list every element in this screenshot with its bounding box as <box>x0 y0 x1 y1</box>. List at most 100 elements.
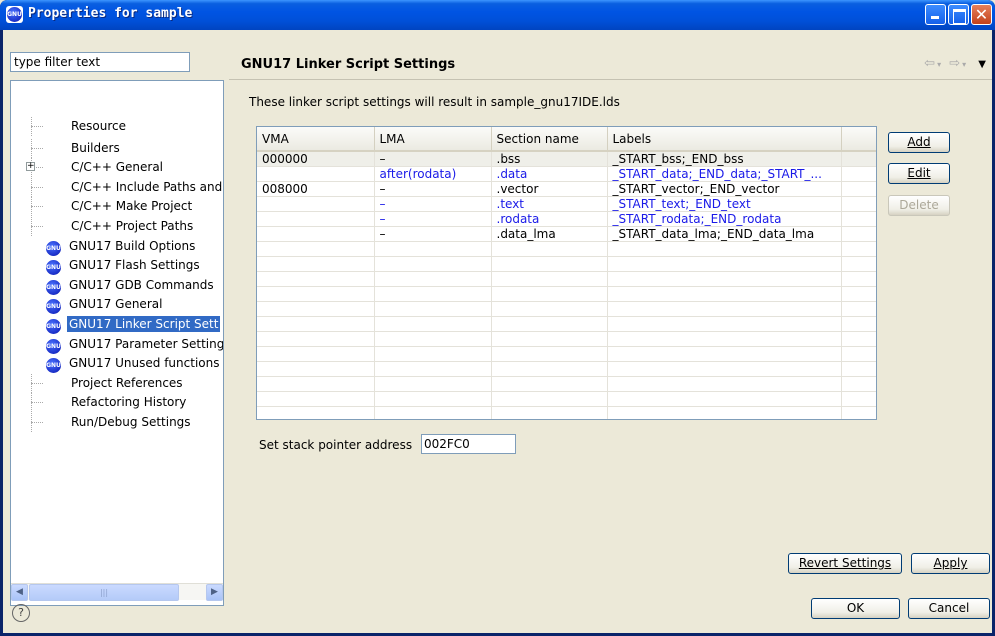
cell-filler <box>841 196 876 212</box>
tree-item-label: C/C++ Make Project <box>71 199 193 214</box>
table-row-empty <box>257 316 876 332</box>
close-button[interactable]: ✕ <box>971 4 992 25</box>
tree-item[interactable]: GNU GNU17 Parameter Setting <box>11 335 224 354</box>
cell-vma <box>257 196 375 212</box>
scroll-thumb[interactable]: ||| <box>29 584 179 601</box>
cell-lma: – <box>374 181 492 197</box>
tree-item[interactable]: C/C++ Make Project <box>11 197 223 217</box>
dialog-client: type filter text Resource Builders + C/C++ … <box>3 30 992 633</box>
tree-item[interactable]: GNU GNU17 Flash Settings <box>11 256 223 276</box>
cell-labels: _START_vector;_END_vector <box>607 181 842 197</box>
tree-item-label: C/C++ Include Paths and <box>71 179 223 194</box>
linker-sections-table: VMA LMA Section name Labels 000000– .bss _… <box>256 126 877 420</box>
tree-item[interactable]: GNU GNU17 Unused functions <box>11 354 223 374</box>
properties-window: GNU Properties for sample ✕ type filter … <box>0 0 995 636</box>
tree-item-label: GNU17 Flash Settings <box>69 258 200 273</box>
cell-section: .text <box>491 196 608 212</box>
tree-item[interactable]: GNU GNU17 GDB Commands <box>11 276 223 295</box>
tree-item-label: GNU17 Unused functions <box>69 356 220 371</box>
tree-horizontal-scrollbar[interactable]: ◀ ||| ▶ <box>11 583 223 601</box>
tree-item[interactable]: Run/Debug Settings <box>11 413 223 432</box>
cancel-button[interactable]: Cancel <box>908 598 990 619</box>
stack-pointer-input[interactable]: 002FC0 <box>421 434 516 454</box>
tree-item[interactable]: GNU GNU17 Linker Script Sett <box>11 315 223 334</box>
delete-button[interactable]: Delete <box>888 195 950 216</box>
table-row[interactable]: – .rodata _START_rodata;_END_rodata <box>257 211 876 227</box>
tree-item-label: Resource <box>71 119 127 133</box>
cell-labels: _START_text;_END_text <box>607 196 842 212</box>
table-row-empty <box>257 271 876 287</box>
cell-vma <box>257 211 375 227</box>
table-row-empty <box>257 331 876 347</box>
table-row-empty <box>257 346 876 362</box>
tree-item[interactable]: GNU GNU17 Build Options <box>11 237 223 256</box>
cell-section: .vector <box>491 181 608 197</box>
cell-lma: after(rodata) <box>374 166 492 182</box>
cell-filler <box>841 181 876 197</box>
tree-item-label: Refactoring History <box>71 395 187 410</box>
column-header-section[interactable]: Section name <box>491 127 608 152</box>
add-button[interactable]: Add <box>888 132 950 153</box>
cell-filler <box>841 226 876 242</box>
tree-item[interactable]: + C/C++ General <box>11 158 223 178</box>
cell-section: .bss <box>491 151 608 167</box>
close-icon: ✕ <box>974 5 989 24</box>
view-menu-icon[interactable]: ▼ <box>978 59 988 70</box>
gnu-icon: GNU <box>46 356 61 374</box>
cell-filler <box>841 211 876 227</box>
tree-item[interactable]: Refactoring History <box>11 393 223 413</box>
navigation-arrows: ⇦▾ ⇨▾ ▼ <box>924 56 988 71</box>
cell-labels: _START_rodata;_END_rodata <box>607 211 842 227</box>
tree-item[interactable]: GNU GNU17 General <box>11 295 223 315</box>
tree-item-label: GNU17 GDB Commands <box>69 277 214 292</box>
tree-item-label: GNU17 Build Options <box>69 238 196 253</box>
table-row[interactable]: – .data_lma _START_data_lma;_END_data_lma <box>257 226 876 242</box>
back-arrow-icon[interactable]: ⇦ <box>924 56 937 71</box>
expand-icon[interactable]: + <box>26 162 35 172</box>
ok-button[interactable]: OK <box>811 598 900 619</box>
table-row[interactable]: – .text _START_text;_END_text <box>257 196 876 212</box>
tree-item[interactable]: C/C++ Include Paths and <box>11 177 223 197</box>
back-dropdown-icon[interactable]: ▾ <box>937 60 943 69</box>
edit-button[interactable]: Edit <box>888 163 950 184</box>
cell-section: .data <box>491 166 608 182</box>
column-header-vma[interactable]: VMA <box>257 127 375 152</box>
cell-section: .rodata <box>491 211 608 227</box>
description-text: These linker script settings will result… <box>249 95 620 109</box>
scroll-right-icon[interactable]: ▶ <box>206 584 223 601</box>
table-row-empty <box>257 406 876 419</box>
column-header-lma[interactable]: LMA <box>374 127 492 152</box>
gnu-icon: GNU <box>46 278 61 295</box>
window-title: Properties for sample <box>28 6 193 21</box>
scroll-left-icon[interactable]: ◀ <box>11 584 28 601</box>
apply-button[interactable]: Apply <box>911 553 990 574</box>
forward-dropdown-icon[interactable]: ▾ <box>962 60 968 69</box>
column-header-filler <box>841 127 876 152</box>
revert-settings-button[interactable]: Revert Settings <box>788 553 902 574</box>
tree-item[interactable]: Resource <box>11 117 223 136</box>
forward-arrow-icon[interactable]: ⇨ <box>949 56 962 71</box>
filter-input[interactable]: type filter text <box>10 52 190 72</box>
cell-labels: _START_data_lma;_END_data_lma <box>607 226 842 242</box>
table-row-empty <box>257 391 876 407</box>
title-bar[interactable]: GNU Properties for sample ✕ <box>0 0 995 30</box>
minimize-button[interactable] <box>925 4 946 25</box>
table-row-empty <box>257 256 876 272</box>
tree-item[interactable]: Builders <box>11 138 223 158</box>
table-row-empty <box>257 241 876 257</box>
help-icon[interactable]: ? <box>12 604 30 622</box>
tree-item[interactable]: C/C++ Project Paths <box>11 217 223 236</box>
tree-item-label: Project References <box>71 375 183 390</box>
panel-title: GNU17 Linker Script Settings <box>241 57 456 72</box>
maximize-button[interactable] <box>948 4 969 25</box>
table-row[interactable]: 008000– .vector _START_vector;_END_vector <box>257 181 876 197</box>
tree-item-label: C/C++ General <box>71 160 164 175</box>
table-row[interactable]: after(rodata) .data _START_data;_END_data;… <box>257 166 876 182</box>
column-header-labels[interactable]: Labels <box>607 127 842 152</box>
table-row[interactable]: 000000– .bss _START_bss;_END_bss <box>257 151 876 167</box>
table-row-empty <box>257 301 876 317</box>
tree-item[interactable]: Project References <box>11 373 223 393</box>
cell-vma <box>257 226 375 242</box>
cell-lma: – <box>374 226 492 242</box>
tree-item-label: GNU17 Parameter Setting <box>69 336 224 351</box>
